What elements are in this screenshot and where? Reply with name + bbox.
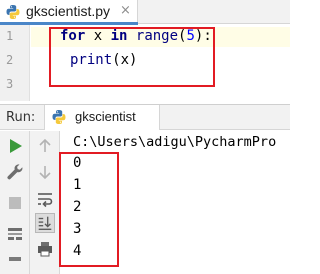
editor-tab-gkscientist[interactable]: gkscientist.py × [0,0,138,25]
console-command-line: C:\Users\adigu\PycharmPro [73,134,277,150]
line-number: 1 [6,29,14,43]
run-toolbar-primary [0,131,30,274]
up-arrow-icon[interactable] [35,136,55,156]
editor-tab-label: gkscientist.py [26,3,111,19]
close-icon[interactable]: × [120,3,131,18]
down-arrow-icon[interactable] [35,162,55,182]
run-tab-label: gkscientist [75,109,136,124]
line-number: 2 [6,53,14,67]
layout-icon[interactable] [5,224,25,244]
run-label: Run: [6,110,36,125]
pin-icon[interactable] [5,254,25,274]
output-highlight-box [59,152,119,267]
run-icon[interactable] [5,136,25,156]
print-icon[interactable] [35,239,55,259]
run-tool-window-header: Run: gkscientist [0,104,290,130]
python-file-icon [6,5,20,19]
code-highlight-box [49,27,215,87]
run-tab-gkscientist[interactable]: gkscientist [44,105,160,130]
scroll-to-end-icon[interactable] [35,213,55,233]
editor-tab-bar: gkscientist.py × [0,0,290,25]
wrench-icon[interactable] [5,162,25,182]
run-toolbar-secondary [30,131,60,274]
stop-icon[interactable] [5,193,25,213]
line-number-gutter: 1 2 3 [0,25,30,101]
python-file-icon [52,110,66,124]
soft-wrap-icon[interactable] [35,189,55,209]
line-number: 3 [6,77,14,91]
